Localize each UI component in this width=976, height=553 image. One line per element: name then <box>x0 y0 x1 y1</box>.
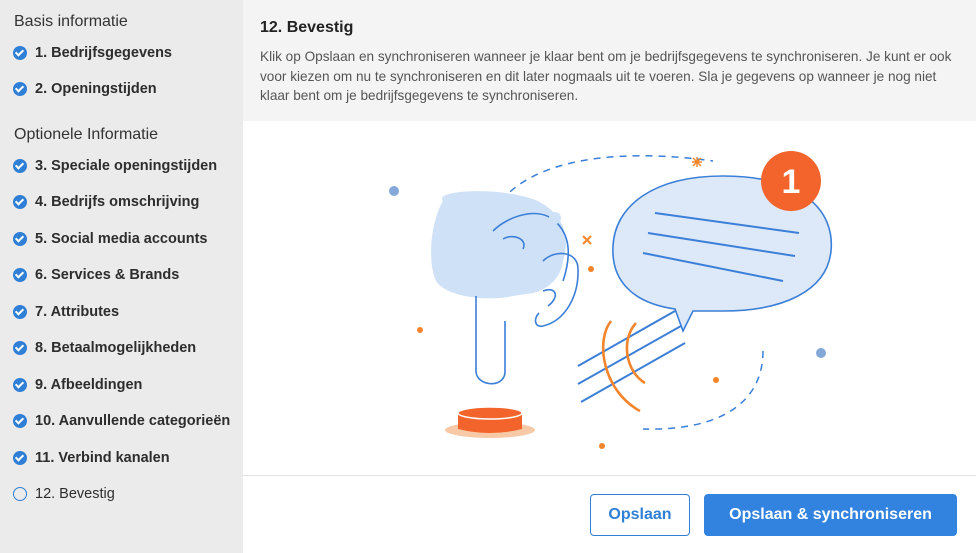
step-bedrijfsgegevens[interactable]: 1. Bedrijfsgegevens <box>13 42 172 64</box>
check-circle-icon <box>13 451 27 465</box>
check-circle-icon <box>13 46 27 60</box>
sync-illustration: 1 <box>243 121 976 475</box>
step-social-media-accounts[interactable]: 5. Social media accounts <box>13 228 207 250</box>
step-attributes[interactable]: 7. Attributes <box>13 301 119 323</box>
check-circle-icon <box>13 195 27 209</box>
basic-info-heading: Basis informatie <box>14 13 128 30</box>
step-speciale-openingstijden[interactable]: 3. Speciale openingstijden <box>13 155 217 177</box>
action-footer: Opslaan Opslaan & synchroniseren <box>243 475 976 553</box>
dashed-arc <box>642 350 764 430</box>
step-verbind-kanalen[interactable]: 11. Verbind kanalen <box>13 447 170 469</box>
check-circle-icon <box>13 82 27 96</box>
knuckle-dot <box>549 212 561 224</box>
empty-circle-icon <box>13 487 27 501</box>
step-bedrijfs-omschrijving[interactable]: 4. Bedrijfs omschrijving <box>13 191 199 213</box>
intro-panel: 12. Bevestig Klik op Opslaan en synchron… <box>243 0 976 121</box>
check-circle-icon <box>13 268 27 282</box>
decor-cross <box>582 235 592 245</box>
check-circle-icon <box>13 414 27 428</box>
decor-star <box>692 157 702 167</box>
step-label: 7. Attributes <box>35 304 120 320</box>
step-aanvullende-categorieen[interactable]: 10. Aanvullende categorieën <box>13 410 230 432</box>
step-label: 2. Openingstijden <box>35 81 157 97</box>
decor-dot <box>588 266 594 272</box>
decor-dot <box>713 377 719 383</box>
check-circle-icon <box>13 341 27 355</box>
thumbs-up-chat-illustration: 1 <box>389 151 833 449</box>
button-top <box>457 406 523 420</box>
step-label: 12. Bevestig <box>35 486 115 502</box>
decor-dot <box>816 348 826 358</box>
save-and-sync-button[interactable]: Opslaan & synchroniseren <box>704 494 957 536</box>
step-label: 4. Bedrijfs omschrijving <box>35 194 200 210</box>
decor-dot <box>417 327 423 333</box>
step-label: 10. Aanvullende categorieën <box>35 413 231 429</box>
check-circle-icon <box>13 232 27 246</box>
page-title: 12. Bevestig <box>260 19 354 36</box>
decor-dot <box>599 443 605 449</box>
hand-fill <box>431 191 566 299</box>
check-circle-icon <box>13 305 27 319</box>
check-circle-icon <box>13 378 27 392</box>
step-label: 11. Verbind kanalen <box>35 450 170 466</box>
step-label: 8. Betaalmogelijkheden <box>35 340 197 356</box>
step-label: 9. Afbeeldingen <box>35 377 143 393</box>
step-label: 3. Speciale openingstijden <box>35 158 218 174</box>
main-panel: 12. Bevestig Klik op Opslaan en synchron… <box>243 0 976 553</box>
thumb-outline <box>542 288 557 307</box>
step-label: 1. Bedrijfsgegevens <box>35 45 172 61</box>
decor-dot <box>389 186 399 196</box>
check-circle-icon <box>13 159 27 173</box>
step-openingstijden[interactable]: 2. Openingstijden <box>13 78 157 100</box>
step-label: 5. Social media accounts <box>35 231 208 247</box>
notification-count: 1 <box>782 163 801 201</box>
optional-info-heading: Optionele Informatie <box>14 126 159 143</box>
step-label: 6. Services & Brands <box>35 267 180 283</box>
save-button[interactable]: Opslaan <box>590 494 690 536</box>
step-afbeeldingen[interactable]: 9. Afbeeldingen <box>13 374 142 396</box>
wrist-outline <box>475 296 506 385</box>
page-description: Klik op Opslaan en synchroniseren wannee… <box>260 49 952 103</box>
sidebar: Basis informatie 1. Bedrijfsgegevens 2. … <box>0 0 243 553</box>
step-betaalmogelijkheden[interactable]: 8. Betaalmogelijkheden <box>13 337 196 359</box>
step-services-brands[interactable]: 6. Services & Brands <box>13 264 179 286</box>
step-bevestig[interactable]: 12. Bevestig <box>13 483 115 505</box>
